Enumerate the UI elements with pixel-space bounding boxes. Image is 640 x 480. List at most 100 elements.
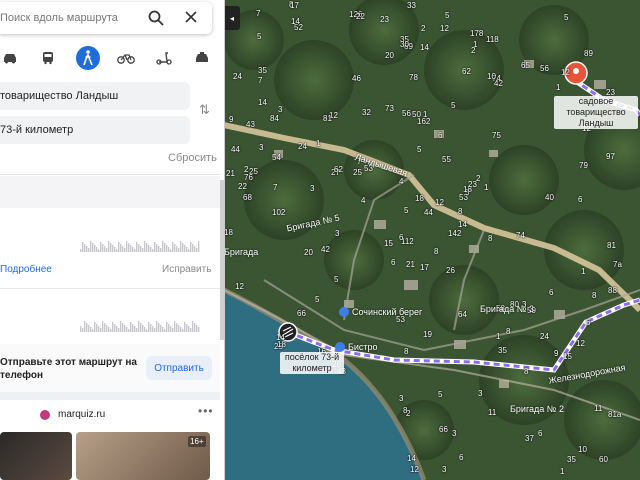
- house-number-label: 10: [578, 445, 587, 454]
- house-number-label: 75: [492, 131, 501, 140]
- poi-sochinsky[interactable]: [339, 307, 349, 317]
- house-number-label: 5: [404, 206, 409, 215]
- close-icon[interactable]: [184, 10, 198, 24]
- house-number-label: 8: [506, 327, 511, 336]
- house-number-label: 162: [417, 117, 431, 126]
- map-canvas[interactable]: [224, 0, 640, 480]
- house-number-label: 1: [560, 467, 565, 476]
- house-number-label: 118: [486, 35, 499, 44]
- house-number-label: 8: [434, 247, 439, 256]
- house-number-label: 89: [584, 49, 593, 58]
- more-icon[interactable]: •••: [198, 404, 214, 418]
- house-number-label: 20: [304, 248, 313, 257]
- house-number-label: 74: [516, 231, 525, 240]
- house-number-label: 24: [540, 332, 549, 341]
- house-number-label: 12: [435, 198, 444, 207]
- house-number-label: 23: [380, 15, 389, 24]
- poi-bistro[interactable]: [335, 342, 345, 352]
- house-number-label: 6: [459, 453, 464, 462]
- taxi-icon[interactable]: [190, 46, 214, 70]
- house-number-label: 6: [391, 258, 396, 267]
- poi-bistro-label[interactable]: Бистро: [348, 342, 378, 352]
- house-number-label: 78: [409, 73, 418, 82]
- house-number-label: 19: [423, 330, 432, 339]
- ad-site-label[interactable]: marquiz.ru: [58, 409, 105, 420]
- area-label-brigade-3: Бригада № 3: [480, 304, 534, 314]
- transport-mode-bar: [0, 44, 220, 74]
- car-icon[interactable]: [0, 46, 22, 70]
- route-search-bar[interactable]: Поиск вдоль маршрута: [0, 2, 212, 34]
- house-number-label: 8: [458, 207, 463, 216]
- house-number-label: 3: [310, 184, 315, 193]
- maps-app: 1784112534311817414252601022367556555350…: [0, 0, 640, 480]
- house-number-label: 65: [521, 61, 530, 70]
- house-number-label: 35: [258, 66, 267, 75]
- poi-sochinsky-label[interactable]: Сочинский берег: [352, 307, 422, 317]
- house-number-label: 3: [452, 429, 457, 438]
- search-input[interactable]: Поиск вдоль маршрута: [0, 12, 118, 24]
- house-number-label: 32: [362, 108, 371, 117]
- ad-image-1[interactable]: [0, 432, 72, 480]
- house-number-label: 14: [420, 43, 429, 52]
- house-number-label: 14: [458, 220, 467, 229]
- house-number-label: 18: [415, 194, 424, 203]
- divider: [0, 288, 220, 289]
- house-number-label: 68: [243, 193, 252, 202]
- house-number-label: 81: [323, 114, 332, 123]
- house-number-label: 3: [399, 394, 404, 403]
- house-number-label: 3: [335, 229, 340, 238]
- route-options-band: [0, 176, 220, 208]
- swap-icon[interactable]: ⇅: [199, 102, 210, 118]
- house-number-label: 1: [496, 332, 501, 341]
- house-number-label: 26: [446, 266, 455, 275]
- house-number-label: 14: [291, 17, 300, 26]
- house-number-label: 11: [488, 408, 497, 417]
- collapse-panel-button[interactable]: ◂: [224, 6, 240, 30]
- house-number-label: 12: [410, 465, 419, 474]
- house-number-label: 30: [400, 40, 409, 49]
- house-number-label: 81а: [608, 410, 622, 419]
- destination-label[interactable]: садовое товарищество Ландыш: [554, 96, 638, 129]
- house-number-label: 17: [290, 1, 299, 10]
- house-number-label: 22: [356, 12, 365, 21]
- from-field[interactable]: товарищество Ландыш: [0, 82, 190, 110]
- house-number-label: 79: [579, 161, 588, 170]
- house-number-label: 1: [556, 83, 561, 92]
- satellite-map[interactable]: 1784112534311817414252601022367556555350…: [224, 0, 640, 480]
- house-number-label: 8: [488, 234, 493, 243]
- scooter-icon[interactable]: [152, 46, 176, 70]
- house-number-label: 4: [361, 196, 366, 205]
- house-number-label: 6: [549, 288, 554, 297]
- house-number-label: 35: [498, 346, 507, 355]
- house-number-label: 1: [581, 267, 586, 276]
- house-number-label: 40: [545, 193, 554, 202]
- details-link[interactable]: Подробнее: [0, 264, 52, 275]
- house-number-label: 81: [607, 241, 616, 250]
- house-number-label: 5: [445, 11, 450, 20]
- house-number-label: 8: [404, 347, 409, 356]
- house-number-label: 42: [321, 245, 330, 254]
- house-number-label: 7: [256, 9, 261, 18]
- start-label[interactable]: посёлок 73-й километр: [280, 352, 344, 374]
- search-icon[interactable]: [148, 10, 164, 26]
- house-number-label: 35: [567, 455, 576, 464]
- fix-button[interactable]: Исправить: [162, 264, 211, 275]
- bus-icon[interactable]: [36, 46, 60, 70]
- house-number-label: 17: [420, 263, 429, 272]
- area-label-brigade-2: Бригада № 2: [510, 404, 564, 414]
- pedestrian-icon[interactable]: [76, 46, 100, 70]
- house-number-label: 5: [564, 13, 569, 22]
- house-number-label: 11: [594, 404, 603, 413]
- bicycle-icon[interactable]: [114, 46, 138, 70]
- send-button[interactable]: Отправить: [146, 356, 212, 380]
- house-number-label: 7: [273, 183, 278, 192]
- house-number-label: 6: [399, 233, 404, 242]
- reset-button[interactable]: Сбросить: [168, 152, 217, 164]
- share-question: Отправьте этот маршрут на телефон: [0, 357, 137, 381]
- house-number-label: 62: [334, 165, 343, 174]
- house-number-label: 8: [592, 291, 597, 300]
- to-field[interactable]: 73-й километр: [0, 116, 190, 144]
- scrollbar[interactable]: [220, 180, 224, 340]
- house-number-label: 5: [334, 275, 339, 284]
- house-number-label: 21: [406, 260, 415, 269]
